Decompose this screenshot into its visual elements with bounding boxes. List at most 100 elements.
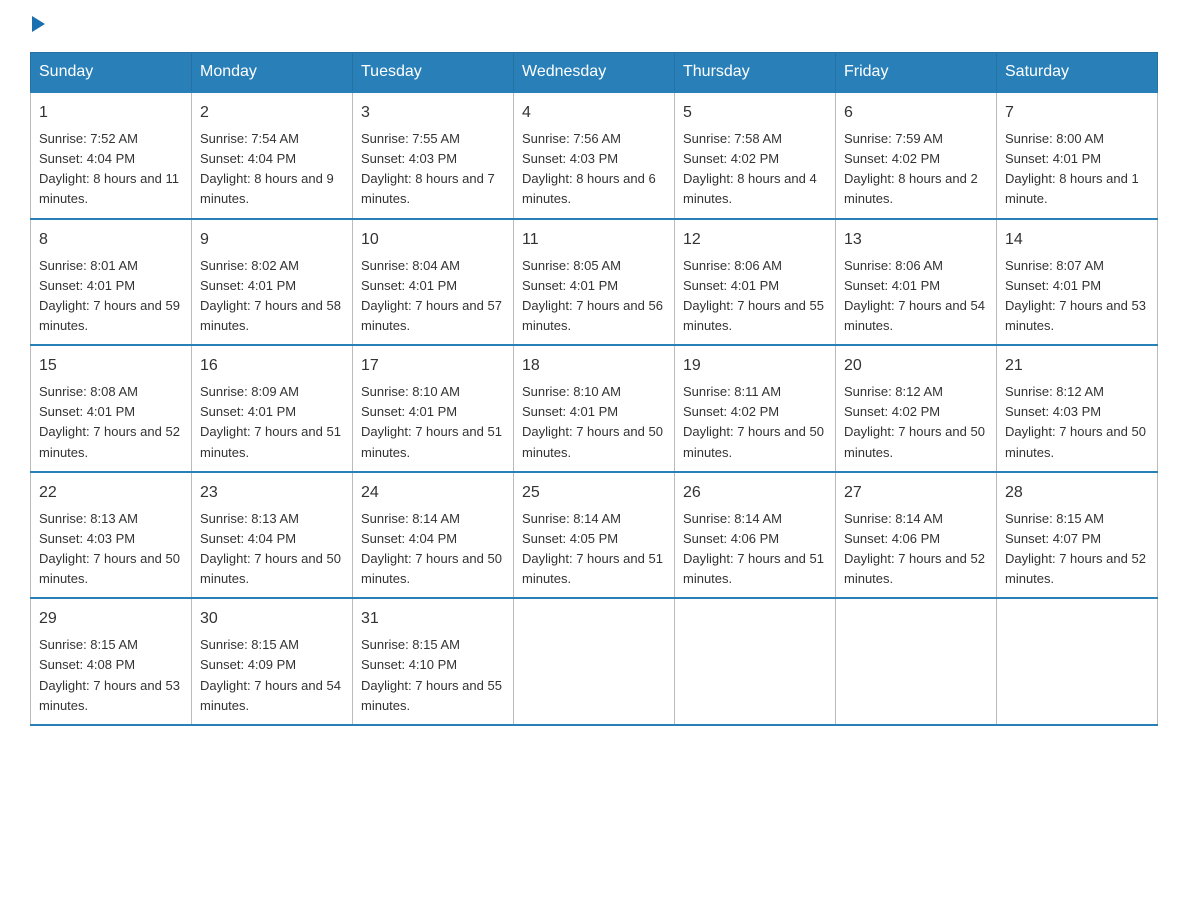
sunset-label: Sunset: 4:01 PM	[200, 278, 296, 293]
calendar-cell	[514, 598, 675, 725]
sunset-label: Sunset: 4:05 PM	[522, 531, 618, 546]
sunrise-label: Sunrise: 8:13 AM	[39, 511, 138, 526]
column-header-wednesday: Wednesday	[514, 53, 675, 93]
sunrise-label: Sunrise: 8:01 AM	[39, 258, 138, 273]
calendar-cell: 18 Sunrise: 8:10 AM Sunset: 4:01 PM Dayl…	[514, 345, 675, 472]
sunrise-label: Sunrise: 8:12 AM	[844, 384, 943, 399]
sunrise-label: Sunrise: 8:05 AM	[522, 258, 621, 273]
sunset-label: Sunset: 4:02 PM	[844, 404, 940, 419]
calendar-cell: 31 Sunrise: 8:15 AM Sunset: 4:10 PM Dayl…	[353, 598, 514, 725]
calendar-cell: 12 Sunrise: 8:06 AM Sunset: 4:01 PM Dayl…	[675, 219, 836, 346]
calendar-cell: 14 Sunrise: 8:07 AM Sunset: 4:01 PM Dayl…	[997, 219, 1158, 346]
sunset-label: Sunset: 4:01 PM	[361, 278, 457, 293]
sunset-label: Sunset: 4:02 PM	[844, 151, 940, 166]
sunrise-label: Sunrise: 8:09 AM	[200, 384, 299, 399]
daylight-label: Daylight: 7 hours and 50 minutes.	[522, 424, 663, 459]
sunrise-label: Sunrise: 8:15 AM	[1005, 511, 1104, 526]
daylight-label: Daylight: 7 hours and 54 minutes.	[844, 298, 985, 333]
day-number: 7	[1005, 101, 1149, 125]
day-number: 27	[844, 481, 988, 505]
sunrise-label: Sunrise: 8:14 AM	[844, 511, 943, 526]
sunset-label: Sunset: 4:03 PM	[361, 151, 457, 166]
day-number: 14	[1005, 228, 1149, 252]
daylight-label: Daylight: 7 hours and 50 minutes.	[39, 551, 180, 586]
day-number: 3	[361, 101, 505, 125]
day-info: Sunrise: 8:15 AM Sunset: 4:09 PM Dayligh…	[200, 635, 344, 716]
sunset-label: Sunset: 4:02 PM	[683, 404, 779, 419]
sunrise-label: Sunrise: 7:56 AM	[522, 131, 621, 146]
calendar-cell: 13 Sunrise: 8:06 AM Sunset: 4:01 PM Dayl…	[836, 219, 997, 346]
calendar-table: SundayMondayTuesdayWednesdayThursdayFrid…	[30, 52, 1158, 726]
day-info: Sunrise: 8:15 AM Sunset: 4:07 PM Dayligh…	[1005, 509, 1149, 590]
day-info: Sunrise: 8:15 AM Sunset: 4:08 PM Dayligh…	[39, 635, 183, 716]
day-number: 28	[1005, 481, 1149, 505]
calendar-cell: 26 Sunrise: 8:14 AM Sunset: 4:06 PM Dayl…	[675, 472, 836, 599]
sunrise-label: Sunrise: 8:06 AM	[844, 258, 943, 273]
sunset-label: Sunset: 4:01 PM	[361, 404, 457, 419]
sunrise-label: Sunrise: 7:55 AM	[361, 131, 460, 146]
sunrise-label: Sunrise: 8:14 AM	[683, 511, 782, 526]
calendar-cell: 20 Sunrise: 8:12 AM Sunset: 4:02 PM Dayl…	[836, 345, 997, 472]
sunrise-label: Sunrise: 7:54 AM	[200, 131, 299, 146]
daylight-label: Daylight: 7 hours and 51 minutes.	[200, 424, 341, 459]
sunset-label: Sunset: 4:06 PM	[683, 531, 779, 546]
day-info: Sunrise: 8:08 AM Sunset: 4:01 PM Dayligh…	[39, 382, 183, 463]
calendar-cell: 27 Sunrise: 8:14 AM Sunset: 4:06 PM Dayl…	[836, 472, 997, 599]
day-info: Sunrise: 8:13 AM Sunset: 4:04 PM Dayligh…	[200, 509, 344, 590]
daylight-label: Daylight: 8 hours and 7 minutes.	[361, 171, 495, 206]
sunset-label: Sunset: 4:03 PM	[39, 531, 135, 546]
day-info: Sunrise: 8:05 AM Sunset: 4:01 PM Dayligh…	[522, 256, 666, 337]
day-number: 2	[200, 101, 344, 125]
day-info: Sunrise: 8:14 AM Sunset: 4:06 PM Dayligh…	[844, 509, 988, 590]
sunrise-label: Sunrise: 8:07 AM	[1005, 258, 1104, 273]
calendar-cell: 2 Sunrise: 7:54 AM Sunset: 4:04 PM Dayli…	[192, 92, 353, 219]
sunrise-label: Sunrise: 7:59 AM	[844, 131, 943, 146]
calendar-cell: 9 Sunrise: 8:02 AM Sunset: 4:01 PM Dayli…	[192, 219, 353, 346]
day-info: Sunrise: 8:07 AM Sunset: 4:01 PM Dayligh…	[1005, 256, 1149, 337]
day-info: Sunrise: 8:06 AM Sunset: 4:01 PM Dayligh…	[683, 256, 827, 337]
daylight-label: Daylight: 7 hours and 50 minutes.	[844, 424, 985, 459]
sunset-label: Sunset: 4:08 PM	[39, 657, 135, 672]
sunset-label: Sunset: 4:07 PM	[1005, 531, 1101, 546]
calendar-cell: 28 Sunrise: 8:15 AM Sunset: 4:07 PM Dayl…	[997, 472, 1158, 599]
day-number: 6	[844, 101, 988, 125]
logo-arrow-icon	[32, 16, 45, 32]
day-info: Sunrise: 8:12 AM Sunset: 4:02 PM Dayligh…	[844, 382, 988, 463]
day-number: 1	[39, 101, 183, 125]
sunrise-label: Sunrise: 8:10 AM	[522, 384, 621, 399]
daylight-label: Daylight: 7 hours and 58 minutes.	[200, 298, 341, 333]
sunset-label: Sunset: 4:01 PM	[1005, 151, 1101, 166]
daylight-label: Daylight: 7 hours and 51 minutes.	[683, 551, 824, 586]
daylight-label: Daylight: 7 hours and 53 minutes.	[1005, 298, 1146, 333]
sunset-label: Sunset: 4:01 PM	[39, 278, 135, 293]
daylight-label: Daylight: 7 hours and 50 minutes.	[683, 424, 824, 459]
calendar-cell: 22 Sunrise: 8:13 AM Sunset: 4:03 PM Dayl…	[31, 472, 192, 599]
column-header-saturday: Saturday	[997, 53, 1158, 93]
sunset-label: Sunset: 4:04 PM	[200, 531, 296, 546]
day-number: 11	[522, 228, 666, 252]
day-number: 10	[361, 228, 505, 252]
sunset-label: Sunset: 4:01 PM	[1005, 278, 1101, 293]
day-number: 17	[361, 354, 505, 378]
day-info: Sunrise: 8:15 AM Sunset: 4:10 PM Dayligh…	[361, 635, 505, 716]
day-info: Sunrise: 7:56 AM Sunset: 4:03 PM Dayligh…	[522, 129, 666, 210]
calendar-cell: 7 Sunrise: 8:00 AM Sunset: 4:01 PM Dayli…	[997, 92, 1158, 219]
calendar-cell: 23 Sunrise: 8:13 AM Sunset: 4:04 PM Dayl…	[192, 472, 353, 599]
calendar-cell: 10 Sunrise: 8:04 AM Sunset: 4:01 PM Dayl…	[353, 219, 514, 346]
sunrise-label: Sunrise: 8:10 AM	[361, 384, 460, 399]
day-info: Sunrise: 8:09 AM Sunset: 4:01 PM Dayligh…	[200, 382, 344, 463]
day-info: Sunrise: 8:02 AM Sunset: 4:01 PM Dayligh…	[200, 256, 344, 337]
sunrise-label: Sunrise: 8:11 AM	[683, 384, 781, 399]
sunrise-label: Sunrise: 8:13 AM	[200, 511, 299, 526]
sunset-label: Sunset: 4:01 PM	[522, 278, 618, 293]
calendar-cell: 25 Sunrise: 8:14 AM Sunset: 4:05 PM Dayl…	[514, 472, 675, 599]
calendar-header-row: SundayMondayTuesdayWednesdayThursdayFrid…	[31, 53, 1158, 93]
daylight-label: Daylight: 7 hours and 54 minutes.	[200, 678, 341, 713]
day-number: 15	[39, 354, 183, 378]
sunset-label: Sunset: 4:06 PM	[844, 531, 940, 546]
day-number: 26	[683, 481, 827, 505]
calendar-cell	[675, 598, 836, 725]
day-number: 20	[844, 354, 988, 378]
sunset-label: Sunset: 4:03 PM	[522, 151, 618, 166]
calendar-week-5: 29 Sunrise: 8:15 AM Sunset: 4:08 PM Dayl…	[31, 598, 1158, 725]
